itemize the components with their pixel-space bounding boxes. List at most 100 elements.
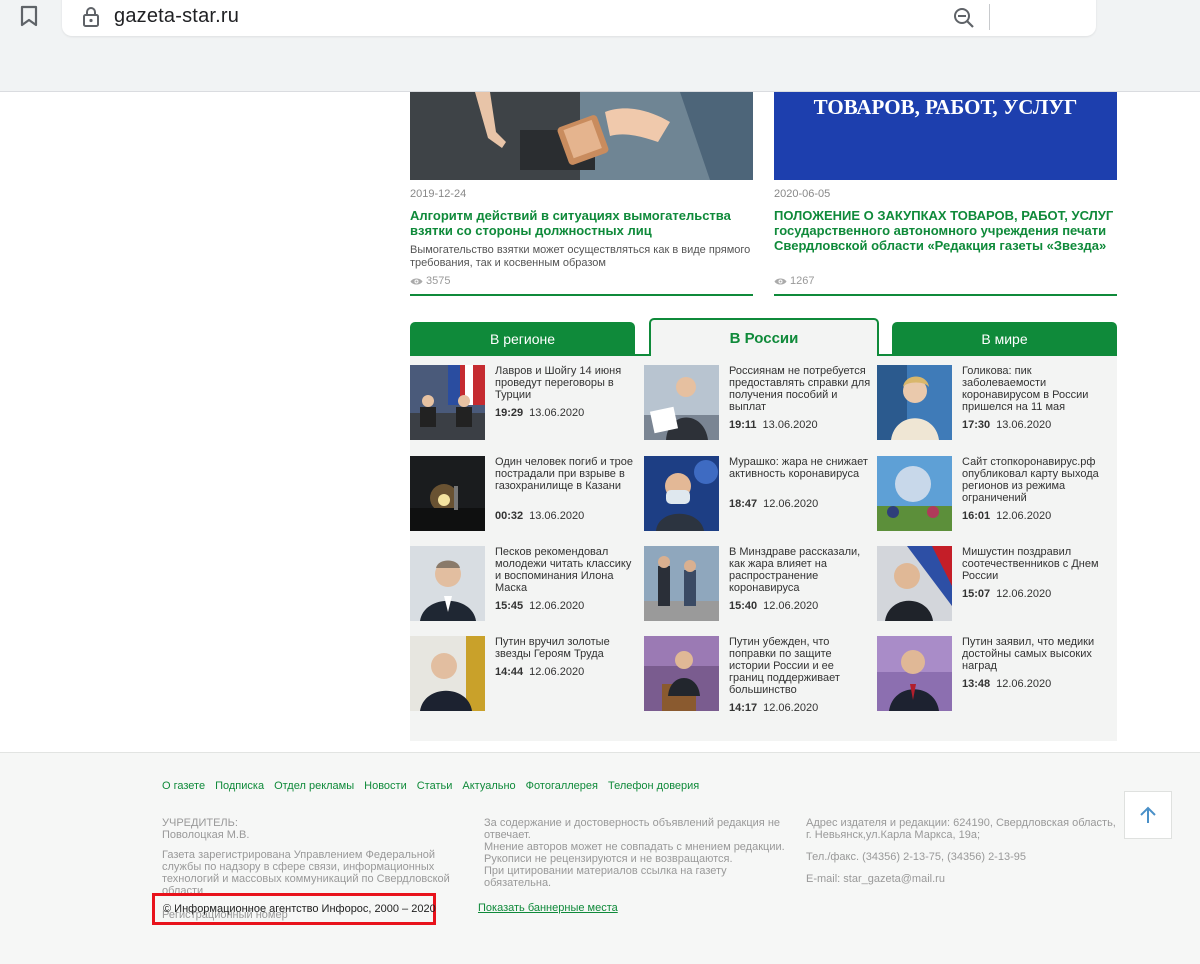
news-timestamp: 15:40 12.06.2020 [729,600,818,612]
news-date: 12.06.2020 [529,666,585,678]
footer-link-news[interactable]: Новости [364,780,407,792]
news-title[interactable]: Голикова: пик заболеваемости коронавирус… [962,365,1104,413]
news-date: 12.06.2020 [763,498,819,510]
news-date: 12.06.2020 [996,588,1052,600]
footer-link-hotline[interactable]: Телефон доверия [608,780,699,792]
news-date: 13.06.2020 [996,419,1052,431]
footer-nav: О газете Подписка Отдел рекламы Новости … [162,780,699,792]
news-timestamp: 00:32 13.06.2020 [495,510,584,522]
footer-link-subscription[interactable]: Подписка [215,780,264,792]
founder-name: Поволоцкая М.В. [162,829,250,841]
disclaimer-line: За содержание и достоверность объявлений… [484,817,781,841]
news-thumbnail[interactable] [877,546,952,621]
news-timestamp: 14:44 12.06.2020 [495,666,584,678]
footer-link-ads[interactable]: Отдел рекламы [274,780,354,792]
news-date: 12.06.2020 [529,600,585,612]
contact-email[interactable]: E-mail: star_gazeta@mail.ru [806,873,1118,885]
article-photo[interactable]: ТОВАРОВ, РАБОТ, УСЛУГ [774,92,1117,180]
view-count: 1267 [774,275,814,287]
tab-region[interactable]: В регионе [410,322,635,355]
publisher-address: Адрес издателя и редакции: 624190, Сверд… [806,817,1116,841]
news-title[interactable]: Песков рекомендовал молодежи читать клас… [495,546,637,594]
news-time: 00:32 [495,510,524,522]
founder-label: УЧРЕДИТЕЛЬ: [162,817,238,829]
news-title[interactable]: В Минздраве рассказали, как жара влияет … [729,546,871,594]
news-list-panel: Лавров и Шойгу 14 июня проведут перегово… [410,356,1117,741]
footer-link-gallery[interactable]: Фотогаллерея [526,780,598,792]
tab-world[interactable]: В мире [892,322,1117,355]
view-count-value: 1267 [790,275,815,287]
news-title[interactable]: Россиянам не потребуется предоставлять с… [729,365,871,413]
url-text[interactable]: gazeta-star.ru [114,5,239,28]
news-title[interactable]: Мурашко: жара не снижает активность коро… [729,456,871,480]
disclaimer-line: Мнение авторов может не совпадать с мнен… [484,841,785,853]
news-title[interactable]: Сайт стопкоронавирус.рф опубликовал карт… [962,456,1104,504]
news-thumbnail[interactable] [644,636,719,711]
eye-icon [774,278,787,284]
article-card[interactable]: 2019-12-24 Алгоритм действий в ситуациях… [410,92,753,296]
news-time: 16:01 [962,510,991,522]
article-card[interactable]: ТОВАРОВ, РАБОТ, УСЛУГ 2020-06-05 ПОЛОЖЕН… [774,92,1117,296]
news-thumbnail[interactable] [877,456,952,531]
lock-icon [82,6,100,28]
news-timestamp: 19:11 13.06.2020 [729,419,818,431]
news-thumbnail[interactable] [410,636,485,711]
view-count-value: 3575 [426,275,451,287]
article-title[interactable]: ПОЛОЖЕНИЕ О ЗАКУПКАХ ТОВАРОВ, РАБОТ, УСЛ… [774,208,1117,253]
news-title[interactable]: Один человек погиб и трое пострадали при… [495,456,637,492]
news-date: 12.06.2020 [763,702,819,714]
news-title[interactable]: Путин убежден, что поправки по защите ис… [729,636,871,696]
bookmark-icon[interactable] [18,4,40,28]
news-title[interactable]: Лавров и Шойгу 14 июня проведут перегово… [495,365,637,401]
news-thumbnail[interactable] [644,456,719,531]
zoom-out-icon[interactable] [952,6,976,30]
news-title[interactable]: Путин заявил, что медики достойны самых … [962,636,1104,672]
news-thumbnail[interactable] [410,365,485,440]
article-photo[interactable] [410,92,753,180]
article-date: 2019-12-24 [410,188,467,200]
disclaimer-line: Рукописи не рецензируются и не возвращаю… [484,853,733,865]
news-date: 13.06.2020 [762,419,818,431]
news-date: 12.06.2020 [996,678,1052,690]
footer-link-topical[interactable]: Актуально [462,780,515,792]
news-thumbnail[interactable] [410,546,485,621]
article-divider [410,294,753,296]
article-description: Вымогательство взятки может осуществлять… [410,244,751,269]
news-time: 14:44 [495,666,524,678]
news-timestamp: 16:01 12.06.2020 [962,510,1051,522]
phone-fax: Тел./факс. (34356) 2-13-75, (34356) 2-13… [806,851,1026,863]
news-time: 15:07 [962,588,991,600]
news-timestamp: 17:30 13.06.2020 [962,419,1051,431]
scroll-to-top-button[interactable] [1124,791,1172,839]
news-tabs: В регионе В России В мире [410,318,1117,356]
news-time: 15:40 [729,600,758,612]
page-content: 2019-12-24 Алгоритм действий в ситуациях… [0,92,1200,964]
news-thumbnail[interactable] [644,365,719,440]
news-title[interactable]: Мишустин поздравил соотечественников с Д… [962,546,1104,582]
news-thumbnail[interactable] [410,456,485,531]
site-footer: О газете Подписка Отдел рекламы Новости … [0,752,1200,964]
news-title[interactable]: Путин вручил золотые звезды Героям Труда [495,636,637,660]
footer-contacts: Адрес издателя и редакции: 624190, Сверд… [806,817,1118,893]
tab-russia[interactable]: В России [649,318,879,356]
news-time: 19:11 [729,419,757,431]
footer-link-about[interactable]: О газете [162,780,205,792]
view-count: 3575 [410,275,450,287]
news-timestamp: 18:47 12.06.2020 [729,498,818,510]
article-title[interactable]: Алгоритм действий в ситуациях вымогатель… [410,208,753,238]
news-time: 17:30 [962,419,991,431]
news-thumbnail[interactable] [877,365,952,440]
news-date: 12.06.2020 [996,510,1052,522]
footer-link-articles[interactable]: Статьи [417,780,453,792]
news-thumbnail[interactable] [644,546,719,621]
article-date: 2020-06-05 [774,188,831,200]
news-time: 19:29 [495,407,524,419]
news-thumbnail[interactable] [877,636,952,711]
news-time: 13:48 [962,678,991,690]
address-bar[interactable]: gazeta-star.ru [62,0,1096,36]
show-banner-places-link[interactable]: Показать баннерные места [478,902,618,914]
article-divider [774,294,1117,296]
news-timestamp: 14:17 12.06.2020 [729,702,818,714]
news-time: 18:47 [729,498,758,510]
news-date: 12.06.2020 [763,600,819,612]
